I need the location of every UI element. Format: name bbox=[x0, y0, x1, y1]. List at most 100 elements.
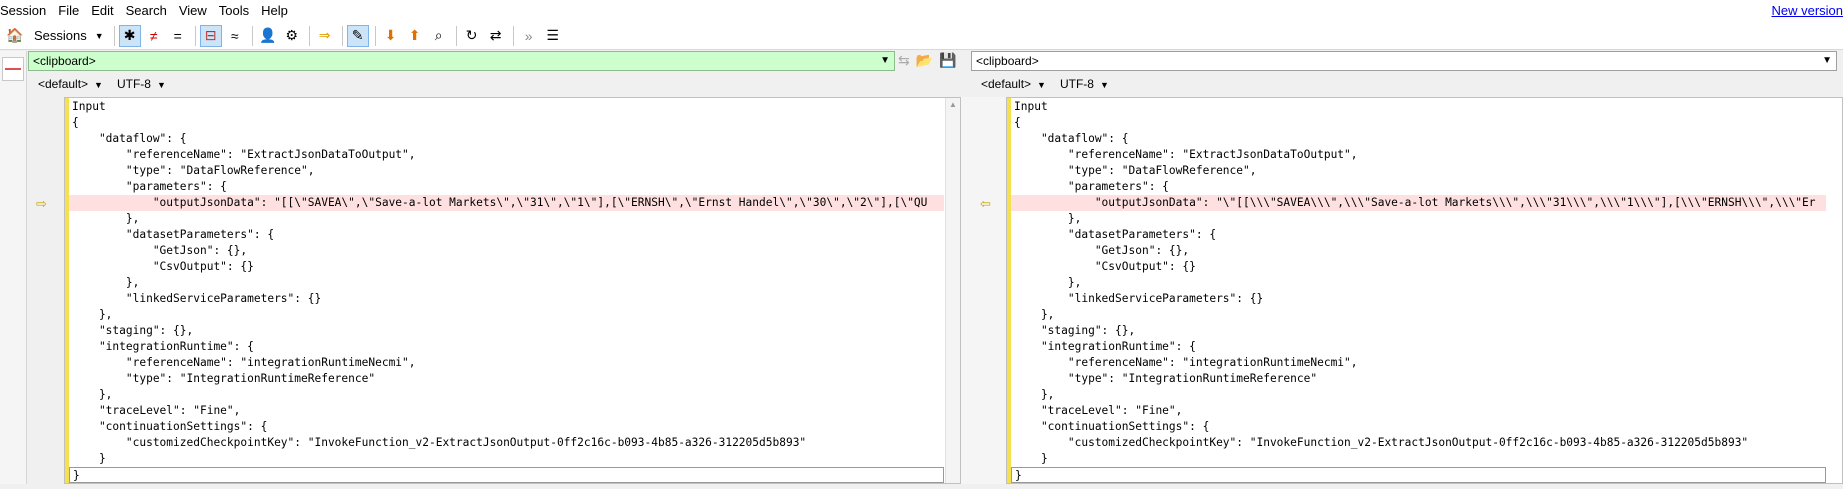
chevron-down-icon: ▼ bbox=[94, 30, 104, 41]
open-folder-icon[interactable]: 📂 bbox=[916, 52, 933, 69]
code-line: "integrationRuntime": { bbox=[72, 340, 254, 353]
menu-bar: Session File Edit Search View Tools Help… bbox=[0, 0, 1843, 22]
find-icon[interactable]: ⌕ bbox=[428, 25, 450, 47]
code-line: "CsvOutput": {} bbox=[72, 260, 254, 273]
code-line: }, bbox=[72, 276, 140, 289]
left-path-text: <clipboard> bbox=[33, 54, 96, 68]
sessions-button[interactable]: Sessions ▼ bbox=[28, 25, 110, 47]
code-line: } bbox=[72, 452, 106, 465]
toolbar-separator bbox=[251, 25, 253, 46]
left-editor[interactable]: Input { "dataflow": { "referenceName": "E… bbox=[64, 97, 961, 484]
new-version-link[interactable]: New version bbox=[1771, 3, 1843, 18]
code-line: }, bbox=[1014, 308, 1055, 321]
status-strip bbox=[0, 484, 1843, 489]
chevron-down-icon[interactable]: ▼ bbox=[1822, 52, 1832, 70]
sync-icon[interactable]: ⇄ bbox=[485, 25, 507, 47]
code-line: { bbox=[72, 116, 79, 129]
toolbar-separator bbox=[194, 25, 196, 46]
code-line: }, bbox=[72, 308, 113, 321]
code-line: "linkedServiceParameters": {} bbox=[72, 292, 322, 305]
code-line: "type": "IntegrationRuntimeReference" bbox=[1014, 372, 1318, 385]
menu-view[interactable]: View bbox=[173, 0, 213, 22]
save-icon[interactable]: 💾 bbox=[939, 52, 956, 69]
code-line: "continuationSettings": { bbox=[72, 420, 268, 433]
toolbar: 🏠 Sessions ▼ ✱ ≠ = ⊟ ≈ 👤 ⚙ ⇒ ✎ ⬇ ⬆ ⌕ ↻ ⇄… bbox=[0, 22, 1843, 50]
previous-difference-icon[interactable]: ⬆ bbox=[404, 25, 426, 47]
rules-icon[interactable]: 👤 bbox=[257, 25, 279, 47]
code-line: "outputJsonData": "[[\"SAVEA\",\"Save-a-… bbox=[69, 195, 944, 211]
code-line: "datasetParameters": { bbox=[72, 228, 275, 241]
details-icon[interactable]: ☰ bbox=[542, 25, 564, 47]
diff-thumbnail[interactable] bbox=[2, 57, 24, 81]
expand-icon[interactable]: » bbox=[518, 25, 540, 47]
code-line: }, bbox=[1014, 388, 1055, 401]
right-encoding-select[interactable]: UTF-8 ▼ bbox=[1060, 77, 1109, 91]
code-line: "type": "IntegrationRuntimeReference" bbox=[72, 372, 376, 385]
code-line: "staging": {}, bbox=[72, 324, 194, 337]
toolbar-separator bbox=[374, 25, 376, 46]
show-differences-icon[interactable]: ≠ bbox=[143, 25, 165, 47]
right-code[interactable]: Input { "dataflow": { "referenceName": "E… bbox=[1011, 99, 1826, 483]
code-line: "integrationRuntime": { bbox=[1014, 340, 1196, 353]
menu-edit[interactable]: Edit bbox=[85, 0, 119, 22]
code-line: } bbox=[1011, 467, 1826, 483]
code-line: }, bbox=[1014, 212, 1082, 225]
show-all-icon[interactable]: ✱ bbox=[118, 24, 141, 47]
code-line: "staging": {}, bbox=[1014, 324, 1136, 337]
left-path-field[interactable]: <clipboard> ▼ bbox=[28, 51, 895, 71]
code-line: "customizedCheckpointKey": "InvokeFuncti… bbox=[1014, 436, 1749, 449]
left-code[interactable]: Input { "dataflow": { "referenceName": "E… bbox=[69, 99, 944, 483]
center-gutter bbox=[961, 97, 1006, 484]
reload-icon[interactable]: ↻ bbox=[461, 25, 483, 47]
menu-help[interactable]: Help bbox=[255, 0, 294, 22]
code-line: "dataflow": { bbox=[1014, 132, 1129, 145]
right-encoding-row: <default> ▼ UTF-8 ▼ bbox=[981, 77, 1123, 91]
code-line: "type": "DataFlowReference", bbox=[1014, 164, 1257, 177]
sessions-label: Sessions bbox=[34, 28, 87, 43]
copy-to-left-arrow-icon[interactable]: ⇦ bbox=[980, 196, 991, 212]
right-path-field[interactable]: <clipboard> ▼ bbox=[971, 51, 1837, 71]
ignore-unimportant-icon[interactable]: ≈ bbox=[224, 25, 246, 47]
code-line: "referenceName": "ExtractJsonDataToOutpu… bbox=[72, 148, 416, 161]
code-line: "outputJsonData": "\"[[\\\"SAVEA\\\",\\\… bbox=[1011, 195, 1826, 211]
code-line: "referenceName": "ExtractJsonDataToOutpu… bbox=[1014, 148, 1358, 161]
code-line: "traceLevel": "Fine", bbox=[1014, 404, 1183, 417]
code-line: "GetJson": {}, bbox=[1014, 244, 1190, 257]
diff-context-icon[interactable]: ⊟ bbox=[199, 24, 222, 47]
code-line: Input bbox=[1014, 100, 1048, 113]
thumbnail-gutter bbox=[0, 51, 27, 489]
left-encoding-select[interactable]: UTF-8 ▼ bbox=[117, 77, 166, 91]
code-line: "linkedServiceParameters": {} bbox=[1014, 292, 1264, 305]
code-line: "continuationSettings": { bbox=[1014, 420, 1210, 433]
right-format-select[interactable]: <default> ▼ bbox=[981, 77, 1046, 91]
toolbar-separator bbox=[512, 25, 514, 46]
menu-search[interactable]: Search bbox=[120, 0, 173, 22]
swap-paths-icon[interactable]: ⇆ bbox=[898, 52, 910, 69]
right-editor[interactable]: Input { "dataflow": { "referenceName": "E… bbox=[1006, 97, 1843, 484]
code-line: } bbox=[69, 467, 944, 483]
toolbar-separator bbox=[455, 25, 457, 46]
format-icon[interactable]: ⚙ bbox=[281, 25, 303, 47]
menu-tools[interactable]: Tools bbox=[213, 0, 255, 22]
left-encoding-row: <default> ▼ UTF-8 ▼ bbox=[38, 77, 180, 91]
code-line: }, bbox=[72, 388, 113, 401]
chevron-down-icon[interactable]: ▼ bbox=[880, 52, 890, 70]
toolbar-separator bbox=[308, 25, 310, 46]
code-line: "referenceName": "integrationRuntimeNecm… bbox=[1014, 356, 1358, 369]
code-line: } bbox=[1014, 452, 1048, 465]
left-scrollbar[interactable] bbox=[945, 98, 960, 483]
code-line: { bbox=[1014, 116, 1021, 129]
menu-session[interactable]: Session bbox=[0, 0, 52, 22]
menu-file[interactable]: File bbox=[52, 0, 85, 22]
edit-icon[interactable]: ✎ bbox=[346, 24, 369, 47]
toolbar-separator bbox=[341, 25, 343, 46]
copy-to-right-arrow-icon[interactable]: ⇨ bbox=[36, 196, 47, 212]
swap-icon[interactable]: ⇒ bbox=[314, 25, 336, 47]
next-difference-icon[interactable]: ⬇ bbox=[380, 25, 402, 47]
code-line: "parameters": { bbox=[72, 180, 227, 193]
code-line: "referenceName": "integrationRuntimeNecm… bbox=[72, 356, 416, 369]
left-format-select[interactable]: <default> ▼ bbox=[38, 77, 103, 91]
code-line: }, bbox=[72, 212, 140, 225]
show-same-icon[interactable]: = bbox=[167, 25, 189, 47]
home-icon[interactable]: 🏠 bbox=[4, 25, 26, 47]
